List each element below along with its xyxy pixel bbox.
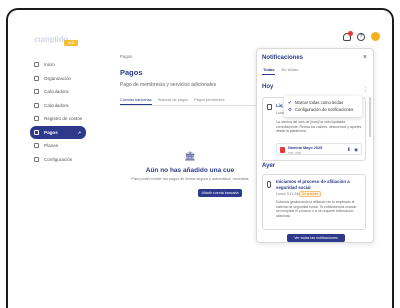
notification-title: Iniciamos el proceso de afiliación a seg… bbox=[276, 179, 350, 190]
status-badge: En proceso bbox=[299, 191, 322, 197]
sidebar-item-calculadora-2[interactable]: Calculadora bbox=[30, 99, 86, 112]
menu-item-label: Marcar todas como leídas bbox=[295, 100, 344, 105]
sidebar: Inicio Organización Calculadora Calculad… bbox=[8, 54, 100, 308]
sidebar-item-organizacion[interactable]: Organización bbox=[30, 72, 86, 85]
checkmark-icon: ✔ bbox=[288, 99, 292, 105]
sidebar-item-planes[interactable]: Planes bbox=[30, 139, 86, 152]
more-options-icon[interactable]: ⋮ bbox=[363, 87, 368, 93]
section-today: Hoy bbox=[262, 84, 274, 90]
empty-description: Para poder recibir tus pagos de forma se… bbox=[131, 177, 249, 181]
logo-badge: 2.0 bbox=[64, 40, 78, 46]
close-icon[interactable]: × bbox=[363, 54, 367, 61]
sidebar-item-inicio[interactable]: Inicio bbox=[30, 58, 86, 71]
see-all-notifications-button[interactable]: Ver todas las notificaciones bbox=[287, 234, 345, 242]
notification-tabs: Todas No leídas bbox=[262, 67, 299, 75]
home-icon bbox=[34, 62, 39, 67]
file-name: Nómina Mayo 2025 bbox=[288, 146, 323, 150]
sidebar-item-label: Registro de costos bbox=[44, 116, 83, 121]
pdf-icon bbox=[280, 147, 285, 153]
tab-historial-pagos[interactable]: Historial de pagos bbox=[158, 98, 188, 105]
organization-icon bbox=[34, 75, 39, 81]
scrollbar[interactable] bbox=[369, 97, 371, 137]
empty-title: Aún no has añadido una cue bbox=[145, 167, 235, 174]
notification-body: La nómina del mes de [mes] ha sido liqui… bbox=[276, 120, 362, 134]
notifications-title: Notificaciones bbox=[262, 55, 304, 61]
tab-todas[interactable]: Todas bbox=[262, 67, 276, 75]
notification-body: Estamos gestionando la afiliación de tu … bbox=[276, 200, 357, 218]
tab-no-leidas[interactable]: No leídas bbox=[280, 67, 299, 75]
document-icon bbox=[267, 104, 272, 110]
sidebar-item-label: Calculadora bbox=[44, 89, 69, 94]
help-icon[interactable]: ? bbox=[357, 32, 365, 41]
ledger-icon bbox=[34, 116, 39, 121]
page-subtitle: Pago de membresía y servicios adicionale… bbox=[120, 82, 217, 88]
file-size: PDF 2MB bbox=[288, 151, 302, 155]
eye-icon[interactable]: ◉ bbox=[354, 147, 358, 153]
main-content: Pagos Pagos Pago de membresía y servicio… bbox=[120, 54, 260, 197]
sidebar-item-configuracion[interactable]: Configuración bbox=[30, 153, 86, 166]
page-title: Pagos bbox=[120, 68, 143, 77]
notifications-panel: Notificaciones × Todas No leídas Hoy ⋮ L… bbox=[256, 48, 374, 243]
top-icons: ? bbox=[343, 30, 380, 41]
notification-card[interactable]: Iniciamos el proceso de afiliación a seg… bbox=[262, 174, 366, 230]
sidebar-item-registro-costos[interactable]: Registro de costos bbox=[30, 112, 86, 125]
breadcrumb[interactable]: Pagos bbox=[120, 54, 260, 59]
sidebar-item-label: Pagos bbox=[44, 129, 58, 135]
thermometer-icon bbox=[267, 181, 271, 188]
bank-icon: 🏛 bbox=[184, 151, 196, 161]
browser-frame: cumplido 2.0 ? Inicio Organización Calcu… bbox=[6, 8, 394, 308]
gear-icon: ⚙ bbox=[288, 106, 293, 112]
payment-tabs: Cuentas bancarias Historial de pagos Pag… bbox=[120, 98, 260, 106]
calculator-icon bbox=[34, 102, 39, 108]
bell-icon[interactable] bbox=[343, 30, 353, 41]
sidebar-item-label: Calculadora bbox=[44, 102, 69, 108]
menu-item-label: Configuración de notificaciones bbox=[295, 107, 354, 112]
options-menu: ✔ Marcar todas como leídas ⚙ Configuración… bbox=[284, 96, 362, 117]
sidebar-item-label: Planes bbox=[44, 143, 59, 148]
notification-date: Lunes 9:11 AM bbox=[276, 192, 300, 196]
mark-all-read-item[interactable]: ✔ Marcar todas como leídas bbox=[288, 99, 358, 106]
sidebar-item-label: Organización bbox=[44, 75, 72, 81]
logo-text: cumplido bbox=[34, 34, 68, 44]
logo[interactable]: cumplido 2.0 bbox=[34, 32, 80, 46]
download-icon[interactable]: ⬇ bbox=[347, 147, 351, 153]
sidebar-item-label: Inicio bbox=[44, 62, 55, 67]
sidebar-item-label: Configuración bbox=[44, 156, 73, 162]
add-bank-account-button[interactable]: Añadir cuenta bancaria bbox=[197, 189, 243, 197]
sidebar-item-calculadora[interactable]: Calculadora bbox=[30, 85, 86, 98]
tab-pagos-pendientes[interactable]: Pagos pendientes bbox=[194, 98, 224, 105]
empty-state: 🏛 Aún no has añadido una cue Para poder … bbox=[120, 151, 260, 199]
tab-cuentas-bancarias[interactable]: Cuentas bancarias bbox=[120, 98, 152, 105]
file-attachment[interactable]: Nómina Mayo 2025 PDF 2MB ⬇ ◉ bbox=[276, 143, 362, 155]
avatar[interactable] bbox=[371, 32, 380, 41]
section-yesterday: Ayer bbox=[262, 163, 276, 169]
notification-title: Liq bbox=[276, 103, 283, 108]
chevron-icon: ↗ bbox=[77, 129, 81, 135]
notification-settings-item[interactable]: ⚙ Configuración de notificaciones bbox=[288, 106, 358, 113]
calculator-icon bbox=[34, 89, 39, 94]
notification-dot bbox=[348, 30, 353, 36]
sidebar-item-pagos[interactable]: Pagos ↗ bbox=[30, 125, 86, 139]
payments-icon bbox=[34, 129, 39, 135]
plans-icon bbox=[34, 143, 39, 148]
gear-icon bbox=[34, 156, 39, 162]
